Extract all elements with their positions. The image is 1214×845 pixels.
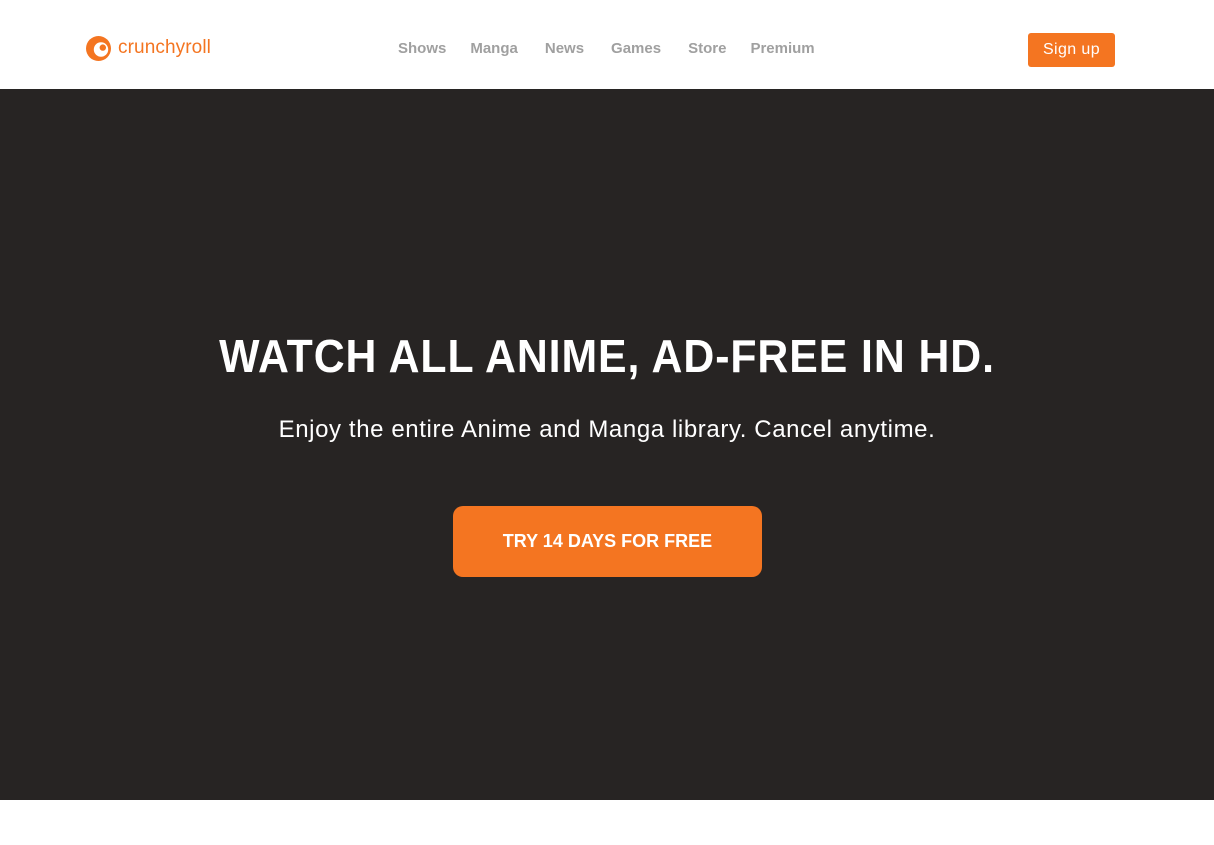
crunchyroll-logo-icon: [86, 35, 111, 61]
nav-item-premium[interactable]: Premium: [750, 40, 814, 57]
brand-name: crunchyroll: [118, 37, 211, 58]
brand-logo[interactable]: crunchyroll: [86, 34, 211, 62]
nav-item-news[interactable]: News: [545, 40, 584, 57]
nav-item-games[interactable]: Games: [611, 40, 661, 57]
signup-button[interactable]: Sign up: [1028, 33, 1115, 67]
nav-item-shows[interactable]: Shows: [398, 40, 446, 57]
site-header: crunchyroll Shows Manga News Games Store…: [0, 0, 1214, 89]
free-trial-button[interactable]: TRY 14 DAYS FOR FREE: [453, 506, 762, 577]
nav-item-manga[interactable]: Manga: [470, 40, 518, 57]
hero-subtitle: Enjoy the entire Anime and Manga library…: [278, 416, 936, 443]
nav-item-store[interactable]: Store: [688, 40, 726, 57]
hero-title: WATCH ALL ANIME, AD-FREE IN HD.: [219, 330, 995, 382]
hero-section: WATCH ALL ANIME, AD-FREE IN HD. Enjoy th…: [0, 89, 1214, 800]
main-nav: Shows Manga News Games Store Premium: [398, 38, 839, 58]
